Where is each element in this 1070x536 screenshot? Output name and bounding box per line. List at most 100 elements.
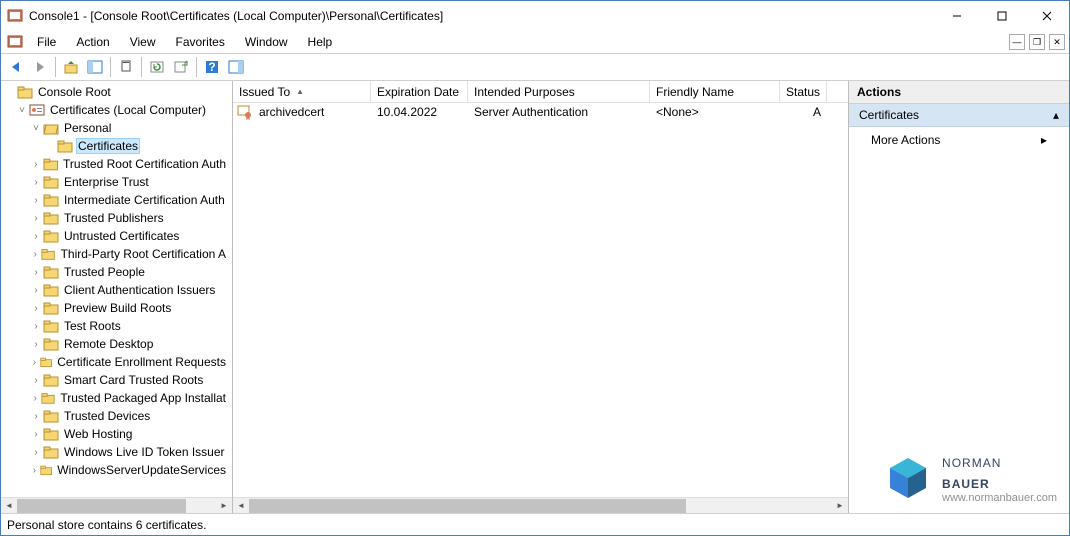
certificate-icon — [237, 104, 253, 120]
expand-icon[interactable]: › — [29, 159, 43, 170]
scroll-right-button[interactable]: ► — [216, 498, 232, 514]
folder-icon — [40, 355, 52, 369]
actions-more[interactable]: More Actions ▸ — [849, 127, 1069, 153]
mdi-restore-button[interactable]: ❐ — [1029, 34, 1045, 50]
expand-icon[interactable]: › — [29, 411, 43, 422]
folder-icon — [43, 265, 59, 279]
expand-icon[interactable]: › — [29, 339, 43, 350]
console-root-icon — [17, 85, 33, 99]
col-friendly[interactable]: Friendly Name — [650, 81, 780, 102]
tree-folder[interactable]: ›Trusted Root Certification Auth — [1, 155, 232, 173]
collapse-icon[interactable]: ˅ — [15, 105, 29, 116]
tree-folder[interactable]: ›WindowsServerUpdateServices — [1, 461, 232, 479]
show-hide-action-button[interactable] — [225, 56, 247, 78]
menu-window[interactable]: Window — [235, 33, 298, 51]
close-button[interactable] — [1024, 1, 1069, 31]
menu-favorites[interactable]: Favorites — [166, 33, 235, 51]
folder-icon — [43, 427, 59, 441]
expand-icon[interactable]: › — [29, 177, 43, 188]
menu-action[interactable]: Action — [66, 33, 119, 51]
menu-view[interactable]: View — [120, 33, 166, 51]
help-button[interactable]: ? — [201, 56, 223, 78]
cell-status: A — [780, 105, 827, 119]
expand-icon[interactable]: › — [29, 429, 43, 440]
expand-icon[interactable]: › — [29, 447, 43, 458]
copy-button[interactable] — [115, 56, 137, 78]
collapse-icon[interactable]: ˅ — [29, 123, 43, 134]
folder-icon — [43, 337, 59, 351]
tree-root[interactable]: Console Root — [1, 83, 232, 101]
expand-icon[interactable]: › — [29, 303, 43, 314]
list-header: Issued To▲ Expiration Date Intended Purp… — [233, 81, 848, 103]
tree-certificates-selected[interactable]: Certificates — [1, 137, 232, 155]
expand-icon[interactable]: › — [29, 465, 40, 476]
tree-folder[interactable]: ›Web Hosting — [1, 425, 232, 443]
refresh-button[interactable] — [146, 56, 168, 78]
tree-personal[interactable]: ˅ Personal — [1, 119, 232, 137]
maximize-button[interactable] — [979, 1, 1024, 31]
scroll-left-button[interactable]: ◄ — [233, 498, 249, 514]
folder-icon — [41, 391, 55, 405]
tree-folder[interactable]: ›Trusted Devices — [1, 407, 232, 425]
tree-folder[interactable]: ›Certificate Enrollment Requests — [1, 353, 232, 371]
col-status[interactable]: Status — [780, 81, 827, 102]
certificate-store-icon — [29, 103, 45, 117]
tree-folder[interactable]: ›Intermediate Certification Auth — [1, 191, 232, 209]
folder-icon — [43, 157, 58, 171]
tree-folder[interactable]: ›Untrusted Certificates — [1, 227, 232, 245]
folder-icon — [43, 229, 59, 243]
up-button[interactable] — [60, 56, 82, 78]
tree-folder[interactable]: ›Enterprise Trust — [1, 173, 232, 191]
forward-button[interactable] — [29, 56, 51, 78]
actions-section-certificates[interactable]: Certificates ▴ — [849, 104, 1069, 127]
tree-folder[interactable]: ›Windows Live ID Token Issuer — [1, 443, 232, 461]
folder-icon — [43, 211, 59, 225]
expand-icon[interactable]: › — [29, 231, 43, 242]
collapse-up-icon: ▴ — [1053, 108, 1059, 122]
submenu-arrow-icon: ▸ — [1041, 133, 1047, 147]
expand-icon[interactable]: › — [29, 285, 43, 296]
actions-pane: Actions Certificates ▴ More Actions ▸ — [849, 81, 1069, 513]
scroll-right-button[interactable]: ► — [832, 498, 848, 514]
status-text: Personal store contains 6 certificates. — [7, 518, 206, 532]
mdi-minimize-button[interactable]: — — [1009, 34, 1025, 50]
export-button[interactable] — [170, 56, 192, 78]
back-button[interactable] — [5, 56, 27, 78]
col-intended[interactable]: Intended Purposes — [468, 81, 650, 102]
minimize-button[interactable] — [934, 1, 979, 31]
mdi-close-button[interactable]: ✕ — [1049, 34, 1065, 50]
mdi-doc-icon — [7, 34, 23, 50]
expand-icon[interactable]: › — [29, 321, 43, 332]
expand-icon[interactable]: › — [29, 393, 41, 404]
statusbar: Personal store contains 6 certificates. — [1, 513, 1069, 535]
expand-icon[interactable]: › — [29, 375, 43, 386]
tree-folder[interactable]: ›Trusted Packaged App Installat — [1, 389, 232, 407]
folder-icon — [43, 319, 59, 333]
folder-icon — [57, 139, 73, 153]
expand-icon[interactable]: › — [29, 213, 43, 224]
show-hide-tree-button[interactable] — [84, 56, 106, 78]
tree-folder[interactable]: ›Remote Desktop — [1, 335, 232, 353]
tree-folder[interactable]: ›Client Authentication Issuers — [1, 281, 232, 299]
expand-icon[interactable]: › — [29, 195, 43, 206]
menu-file[interactable]: File — [27, 33, 66, 51]
tree-folder[interactable]: ›Preview Build Roots — [1, 299, 232, 317]
tree-folder[interactable]: ›Test Roots — [1, 317, 232, 335]
list-row[interactable]: archivedcert 10.04.2022 Server Authentic… — [233, 103, 848, 121]
tree-folder[interactable]: ›Trusted Publishers — [1, 209, 232, 227]
expand-icon[interactable]: › — [29, 357, 40, 368]
expand-icon[interactable]: › — [29, 267, 43, 278]
list-hscrollbar[interactable]: ◄ ► — [233, 497, 848, 513]
tree-hscrollbar[interactable]: ◄ ► — [1, 497, 232, 513]
tree-folder[interactable]: ›Third-Party Root Certification A — [1, 245, 232, 263]
scroll-left-button[interactable]: ◄ — [1, 498, 17, 514]
menu-help[interactable]: Help — [298, 33, 343, 51]
cell-friendly: <None> — [650, 105, 780, 119]
tree-folder[interactable]: ›Trusted People — [1, 263, 232, 281]
col-issued-to[interactable]: Issued To▲ — [233, 81, 371, 102]
tree-pane: Console Root ˅ Certificates (Local Compu… — [1, 81, 233, 513]
expand-icon[interactable]: › — [29, 249, 41, 260]
tree-cert-local[interactable]: ˅ Certificates (Local Computer) — [1, 101, 232, 119]
tree-folder[interactable]: ›Smart Card Trusted Roots — [1, 371, 232, 389]
col-expiration[interactable]: Expiration Date — [371, 81, 468, 102]
